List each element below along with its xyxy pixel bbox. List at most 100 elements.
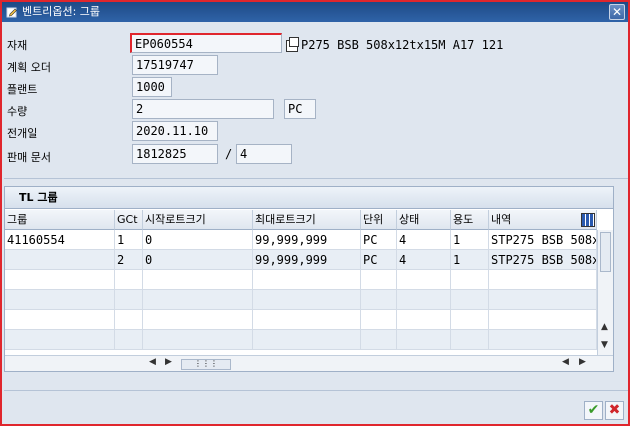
empty-cell xyxy=(397,330,451,350)
column-header[interactable]: 그룹 xyxy=(5,210,115,230)
close-button[interactable]: ✕ xyxy=(609,4,625,20)
window-title: 벤트리옵션: 그룹 xyxy=(22,5,101,18)
status-cell: 4 xyxy=(397,230,451,250)
group-cell xyxy=(5,250,115,270)
table-row[interactable]: 2 0 99,999,999 PC 4 1 STP275 BSB 508x1 xyxy=(5,250,597,270)
empty-cell xyxy=(361,290,397,310)
empty-cell xyxy=(397,310,451,330)
explode-date-label: 전개일 xyxy=(7,127,38,140)
empty-cell xyxy=(451,290,489,310)
quantity-label: 수량 xyxy=(7,105,28,118)
tl-group-table: 그룹 GCt 시작로트크기 최대로트크기 단위 상태 용도 내역 4116055… xyxy=(5,210,597,355)
sales-doc-field[interactable]: 1812825 xyxy=(132,144,218,164)
sales-doc-item-field[interactable]: 4 xyxy=(236,144,292,164)
horizontal-scrollbar[interactable]: ◀ ▶ ⋮⋮⋮ ◀ ▶ xyxy=(5,355,613,371)
scroll-down-icon[interactable]: ▼ xyxy=(601,340,608,350)
empty-table-row[interactable] xyxy=(5,270,597,290)
column-header[interactable]: 상태 xyxy=(397,210,451,230)
start-lot-cell: 0 xyxy=(143,250,253,270)
scroll-right-icon[interactable]: ▶ xyxy=(165,357,172,367)
plant-label: 플랜트 xyxy=(7,83,38,96)
unit-cell: PC xyxy=(361,230,397,250)
sales-doc-separator: / xyxy=(225,147,233,161)
plant-field[interactable]: 1000 xyxy=(132,77,172,97)
empty-cell xyxy=(451,270,489,290)
plan-order-field[interactable]: 17519747 xyxy=(132,55,218,75)
max-lot-cell: 99,999,999 xyxy=(253,230,361,250)
empty-table-row[interactable] xyxy=(5,290,597,310)
plan-order-label: 계획 오더 xyxy=(7,61,51,74)
max-lot-cell: 99,999,999 xyxy=(253,250,361,270)
material-field[interactable]: EP060554 xyxy=(130,33,282,53)
empty-cell xyxy=(253,270,361,290)
empty-cell xyxy=(451,330,489,350)
unit-field[interactable]: PC xyxy=(284,99,316,119)
empty-cell xyxy=(143,290,253,310)
ok-button[interactable]: ✔ xyxy=(584,401,603,420)
copy-icon[interactable] xyxy=(286,37,299,52)
quantity-field[interactable]: 2 xyxy=(132,99,274,119)
divider xyxy=(4,178,628,179)
empty-cell xyxy=(143,310,253,330)
group-cell: 41160554 xyxy=(5,230,115,250)
scroll-thumb[interactable] xyxy=(600,232,611,272)
title-bar: 벤트리옵션: 그룹 ✕ xyxy=(2,2,628,22)
empty-cell xyxy=(489,330,597,350)
empty-cell xyxy=(5,270,115,290)
column-header[interactable]: GCt xyxy=(115,210,143,230)
empty-cell xyxy=(253,310,361,330)
empty-cell xyxy=(489,290,597,310)
layout-icon[interactable] xyxy=(581,213,595,227)
empty-cell xyxy=(115,270,143,290)
column-header[interactable]: 단위 xyxy=(361,210,397,230)
dialog-window: 벤트리옵션: 그룹 ✕ 자재 EP060554 P275 BSB 508x12t… xyxy=(0,0,630,426)
empty-cell xyxy=(143,270,253,290)
empty-table-row[interactable] xyxy=(5,310,597,330)
tl-group-panel: TL 그룹 그룹 GCt 시작로트크기 최대로트크기 단위 상태 용도 내역 4… xyxy=(4,186,614,372)
column-header[interactable]: 시작로트크기 xyxy=(143,210,253,230)
empty-cell xyxy=(253,290,361,310)
tl-group-title: TL 그룹 xyxy=(5,187,613,209)
usage-cell: 1 xyxy=(451,250,489,270)
empty-cell xyxy=(115,290,143,310)
empty-cell xyxy=(5,310,115,330)
status-cell: 4 xyxy=(397,250,451,270)
table-row[interactable]: 41160554 1 0 99,999,999 PC 4 1 STP275 BS… xyxy=(5,230,597,250)
material-label: 자재 xyxy=(7,39,28,52)
footer-divider xyxy=(4,390,628,400)
cancel-button[interactable]: ✖ xyxy=(605,401,624,420)
empty-cell xyxy=(143,330,253,350)
empty-cell xyxy=(361,270,397,290)
start-lot-cell: 0 xyxy=(143,230,253,250)
gct-cell: 1 xyxy=(115,230,143,250)
description-cell: STP275 BSB 508x1 xyxy=(489,250,597,270)
column-header[interactable]: 용도 xyxy=(451,210,489,230)
sales-doc-label: 판매 문서 xyxy=(7,151,51,164)
empty-cell xyxy=(115,330,143,350)
empty-cell xyxy=(5,290,115,310)
empty-cell xyxy=(489,310,597,330)
column-header[interactable]: 최대로트크기 xyxy=(253,210,361,230)
scroll-left-end-icon[interactable]: ◀ xyxy=(562,357,569,367)
empty-cell xyxy=(253,330,361,350)
edit-icon xyxy=(6,7,17,18)
scroll-up-icon[interactable]: ▲ xyxy=(601,322,608,332)
gct-cell: 2 xyxy=(115,250,143,270)
empty-table-row[interactable] xyxy=(5,330,597,350)
description-cell: STP275 BSB 508x1 xyxy=(489,230,597,250)
empty-cell xyxy=(489,270,597,290)
material-description: P275 BSB 508x12tx15M A17 121 xyxy=(301,38,504,52)
empty-cell xyxy=(397,290,451,310)
empty-cell xyxy=(115,310,143,330)
empty-cell xyxy=(5,330,115,350)
empty-cell xyxy=(397,270,451,290)
unit-cell: PC xyxy=(361,250,397,270)
empty-cell xyxy=(451,310,489,330)
scroll-left-icon[interactable]: ◀ xyxy=(149,357,156,367)
scroll-right-end-icon[interactable]: ▶ xyxy=(579,357,586,367)
scroll-thumb[interactable]: ⋮⋮⋮ xyxy=(181,359,231,370)
empty-cell xyxy=(361,310,397,330)
vertical-scrollbar[interactable]: ▲ ▼ xyxy=(597,230,613,355)
explode-date-field[interactable]: 2020.11.10 xyxy=(132,121,218,141)
empty-cell xyxy=(361,330,397,350)
